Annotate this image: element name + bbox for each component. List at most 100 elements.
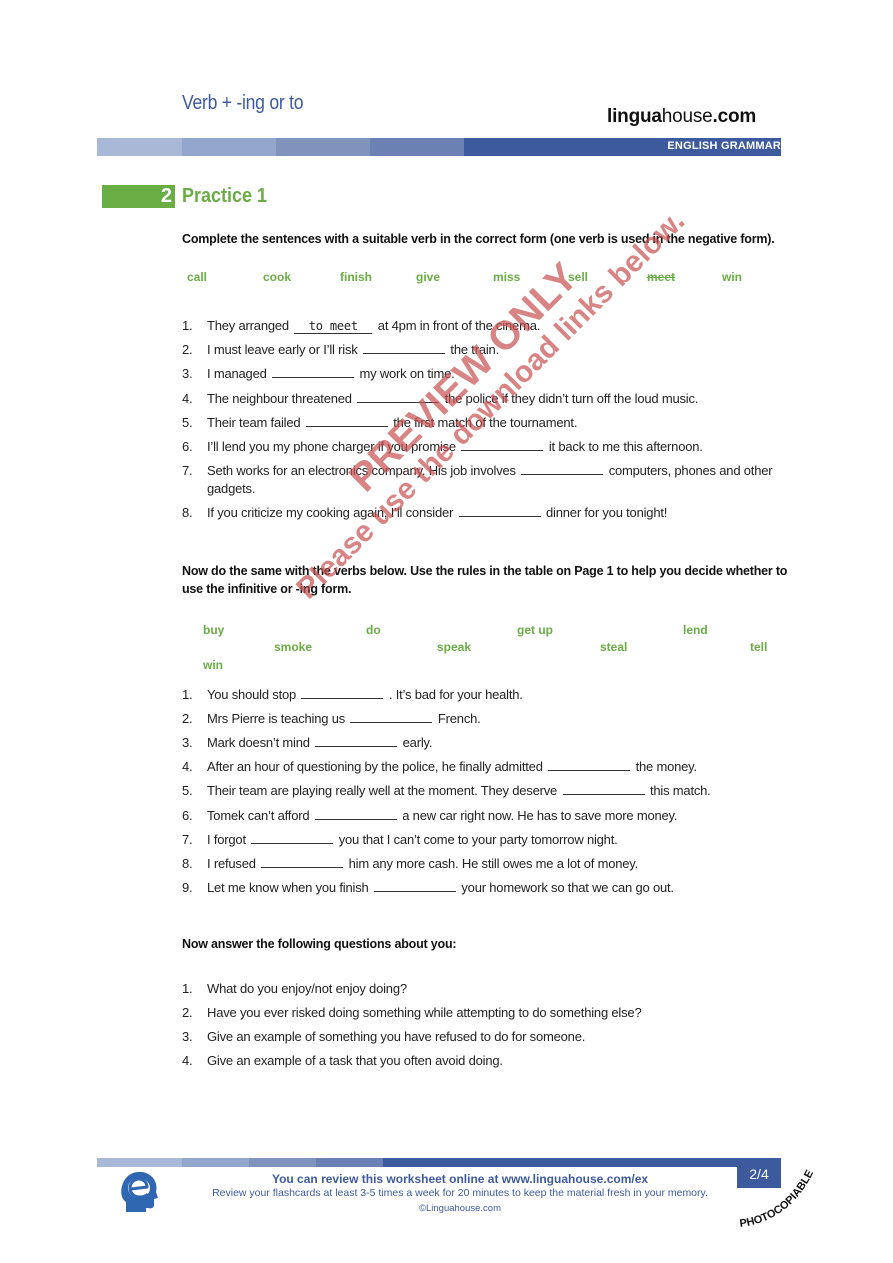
item-number: 8.	[182, 856, 193, 871]
answer-blank[interactable]	[261, 855, 344, 868]
answer-blank[interactable]	[548, 758, 631, 771]
answer-blank[interactable]	[357, 390, 440, 403]
item-text-after: him any more cash. He still owes me a lo…	[348, 856, 639, 871]
category-label: ENGLISH GRAMMAR	[667, 140, 781, 152]
svg-text:PHOTOCOPIABLE: PHOTOCOPIABLE	[739, 1168, 816, 1230]
answer-blank[interactable]	[301, 686, 384, 699]
header-bar-segment	[370, 138, 464, 156]
item-text-after: it back to me this afternoon.	[548, 439, 703, 454]
item-number: 1.	[182, 318, 193, 333]
item-text-after: a new car right now. He has to save more…	[402, 808, 678, 823]
item-text-after: French.	[437, 711, 481, 726]
exercise-item: 1. You should stop . It’s bad for your he…	[182, 686, 792, 704]
item-text-before: I must leave early or I’ll risk	[207, 342, 358, 357]
footer-bar-segment	[182, 1158, 249, 1167]
worksheet-title: Verb + -ing or to	[182, 92, 304, 114]
verb-bank-word: miss	[493, 270, 521, 284]
answer-blank[interactable]	[521, 462, 604, 475]
item-text: Give an example of something you have re…	[207, 1029, 586, 1044]
item-text: Have you ever risked doing something whi…	[207, 1005, 642, 1020]
part1-instruction: Complete the sentences with a suitable v…	[182, 232, 775, 246]
verb-bank-word: give	[416, 270, 441, 284]
item-number: 8.	[182, 505, 193, 520]
answer-blank[interactable]	[350, 710, 433, 723]
item-number: 5.	[182, 415, 193, 430]
answer-blank[interactable]	[373, 879, 456, 892]
answer-blank[interactable]	[272, 365, 355, 378]
item-text-after: the train.	[450, 342, 499, 357]
exercise-item: 1. They arranged to meet at 4pm in front …	[182, 317, 792, 335]
item-text: Seth works for an electronics company. H…	[207, 462, 792, 498]
brand-logo[interactable]: linguahouse.com	[607, 106, 756, 128]
item-text-before: If you criticize my cooking again, I’ll …	[207, 505, 454, 520]
item-text-before: I managed	[207, 366, 267, 381]
header-bar-segment	[182, 138, 276, 156]
footer-bar-segment	[316, 1158, 383, 1167]
verb-bank-word: meet	[647, 270, 676, 284]
item-text: What do you enjoy/not enjoy doing?	[207, 981, 407, 996]
item-text-before: Their team are playing really well at th…	[207, 783, 558, 798]
footer-review-online[interactable]: You can review this worksheet online at …	[200, 1172, 720, 1186]
exercise-item: 6. I’ll lend you my phone charger if you …	[182, 438, 792, 456]
exercise-item: 8. If you criticize my cooking again, I’l…	[182, 504, 792, 522]
verb-bank-word: smoke	[274, 640, 313, 654]
answer-blank[interactable]	[314, 807, 397, 820]
item-number: 9.	[182, 880, 193, 895]
item-text-before: Tomek can’t afford	[207, 808, 310, 823]
item-text: They arranged to meet at 4pm in front of…	[207, 317, 792, 335]
item-text: Mrs Pierre is teaching us French.	[207, 710, 792, 728]
footer-flashcard-tip: Review your flashcards at least 3-5 time…	[212, 1187, 708, 1199]
exercise-item: 2. I must leave early or I’ll risk the tr…	[182, 341, 792, 359]
item-text: I must leave early or I’ll risk the trai…	[207, 341, 792, 359]
exercise-item: 4. Give an example of a task that you oft…	[182, 1052, 792, 1070]
linguahouse-head-logo-icon	[118, 1168, 160, 1216]
item-number: 4.	[182, 1053, 193, 1068]
verb-bank-word: cook	[263, 270, 292, 284]
item-text: Give an example of a task that you often…	[207, 1053, 503, 1068]
item-text: You should stop . It’s bad for your heal…	[207, 686, 792, 704]
item-text: Their team failed the first match of the…	[207, 414, 792, 432]
item-text-before: The neighbour threatened	[207, 391, 352, 406]
item-text-after: . It’s bad for your health.	[388, 687, 523, 702]
footer-bar-segment	[97, 1158, 182, 1167]
exercise-item: 7. I forgot you that I can’t come to your…	[182, 831, 792, 849]
item-number: 3.	[182, 366, 193, 381]
item-number: 2.	[182, 1005, 193, 1020]
item-text: Let me know when you finish your homewor…	[207, 879, 792, 897]
answer-blank[interactable]	[461, 438, 544, 451]
item-text: Their team are playing really well at th…	[207, 782, 792, 800]
item-number: 4.	[182, 391, 193, 406]
verb-bank-word: finish	[340, 270, 372, 284]
footer-copyright: ©Linguahouse.com	[419, 1203, 501, 1214]
exercise-item: 3. Give an example of something you have …	[182, 1028, 792, 1046]
item-text-after: this match.	[649, 783, 711, 798]
answer-blank[interactable]	[562, 782, 645, 795]
item-text: I managed my work on time.	[207, 365, 792, 383]
answer-blank[interactable]	[458, 504, 541, 517]
item-number: 3.	[182, 735, 193, 750]
exercise-item: 8. I refused him any more cash. He still …	[182, 855, 792, 873]
item-text-before: Seth works for an electronics company. H…	[207, 463, 516, 478]
answer-blank[interactable]	[315, 734, 398, 747]
item-text-before: You should stop	[207, 687, 297, 702]
exercise-item: 9. Let me know when you finish your homew…	[182, 879, 792, 897]
item-number: 1.	[182, 981, 193, 996]
answer-blank[interactable]	[362, 341, 445, 354]
brand-regular: house	[661, 106, 713, 127]
part3-instruction: Now answer the following questions about…	[182, 937, 457, 951]
answer-blank-filled[interactable]: to meet	[294, 319, 373, 334]
verb-bank-word: sell	[568, 270, 589, 284]
photocopiable-text: PHOTOCOPIABLE	[739, 1168, 816, 1230]
verb-bank-word: tell	[750, 640, 768, 654]
brand-bold: lingua	[607, 106, 662, 127]
part2-instruction: Now do the same with the verbs below. Us…	[182, 564, 788, 596]
item-text-before: Their team failed	[207, 415, 301, 430]
photocopiable-stamp: PHOTOCOPIABLE	[736, 1155, 826, 1230]
item-number: 2.	[182, 711, 193, 726]
footer-bar-segment	[249, 1158, 316, 1167]
exercise-item: 4. The neighbour threatened the police if…	[182, 390, 792, 408]
answer-blank[interactable]	[305, 414, 388, 427]
section-number: 2	[160, 185, 172, 207]
item-text-before: After an hour of questioning by the poli…	[207, 759, 543, 774]
answer-blank[interactable]	[251, 831, 334, 844]
